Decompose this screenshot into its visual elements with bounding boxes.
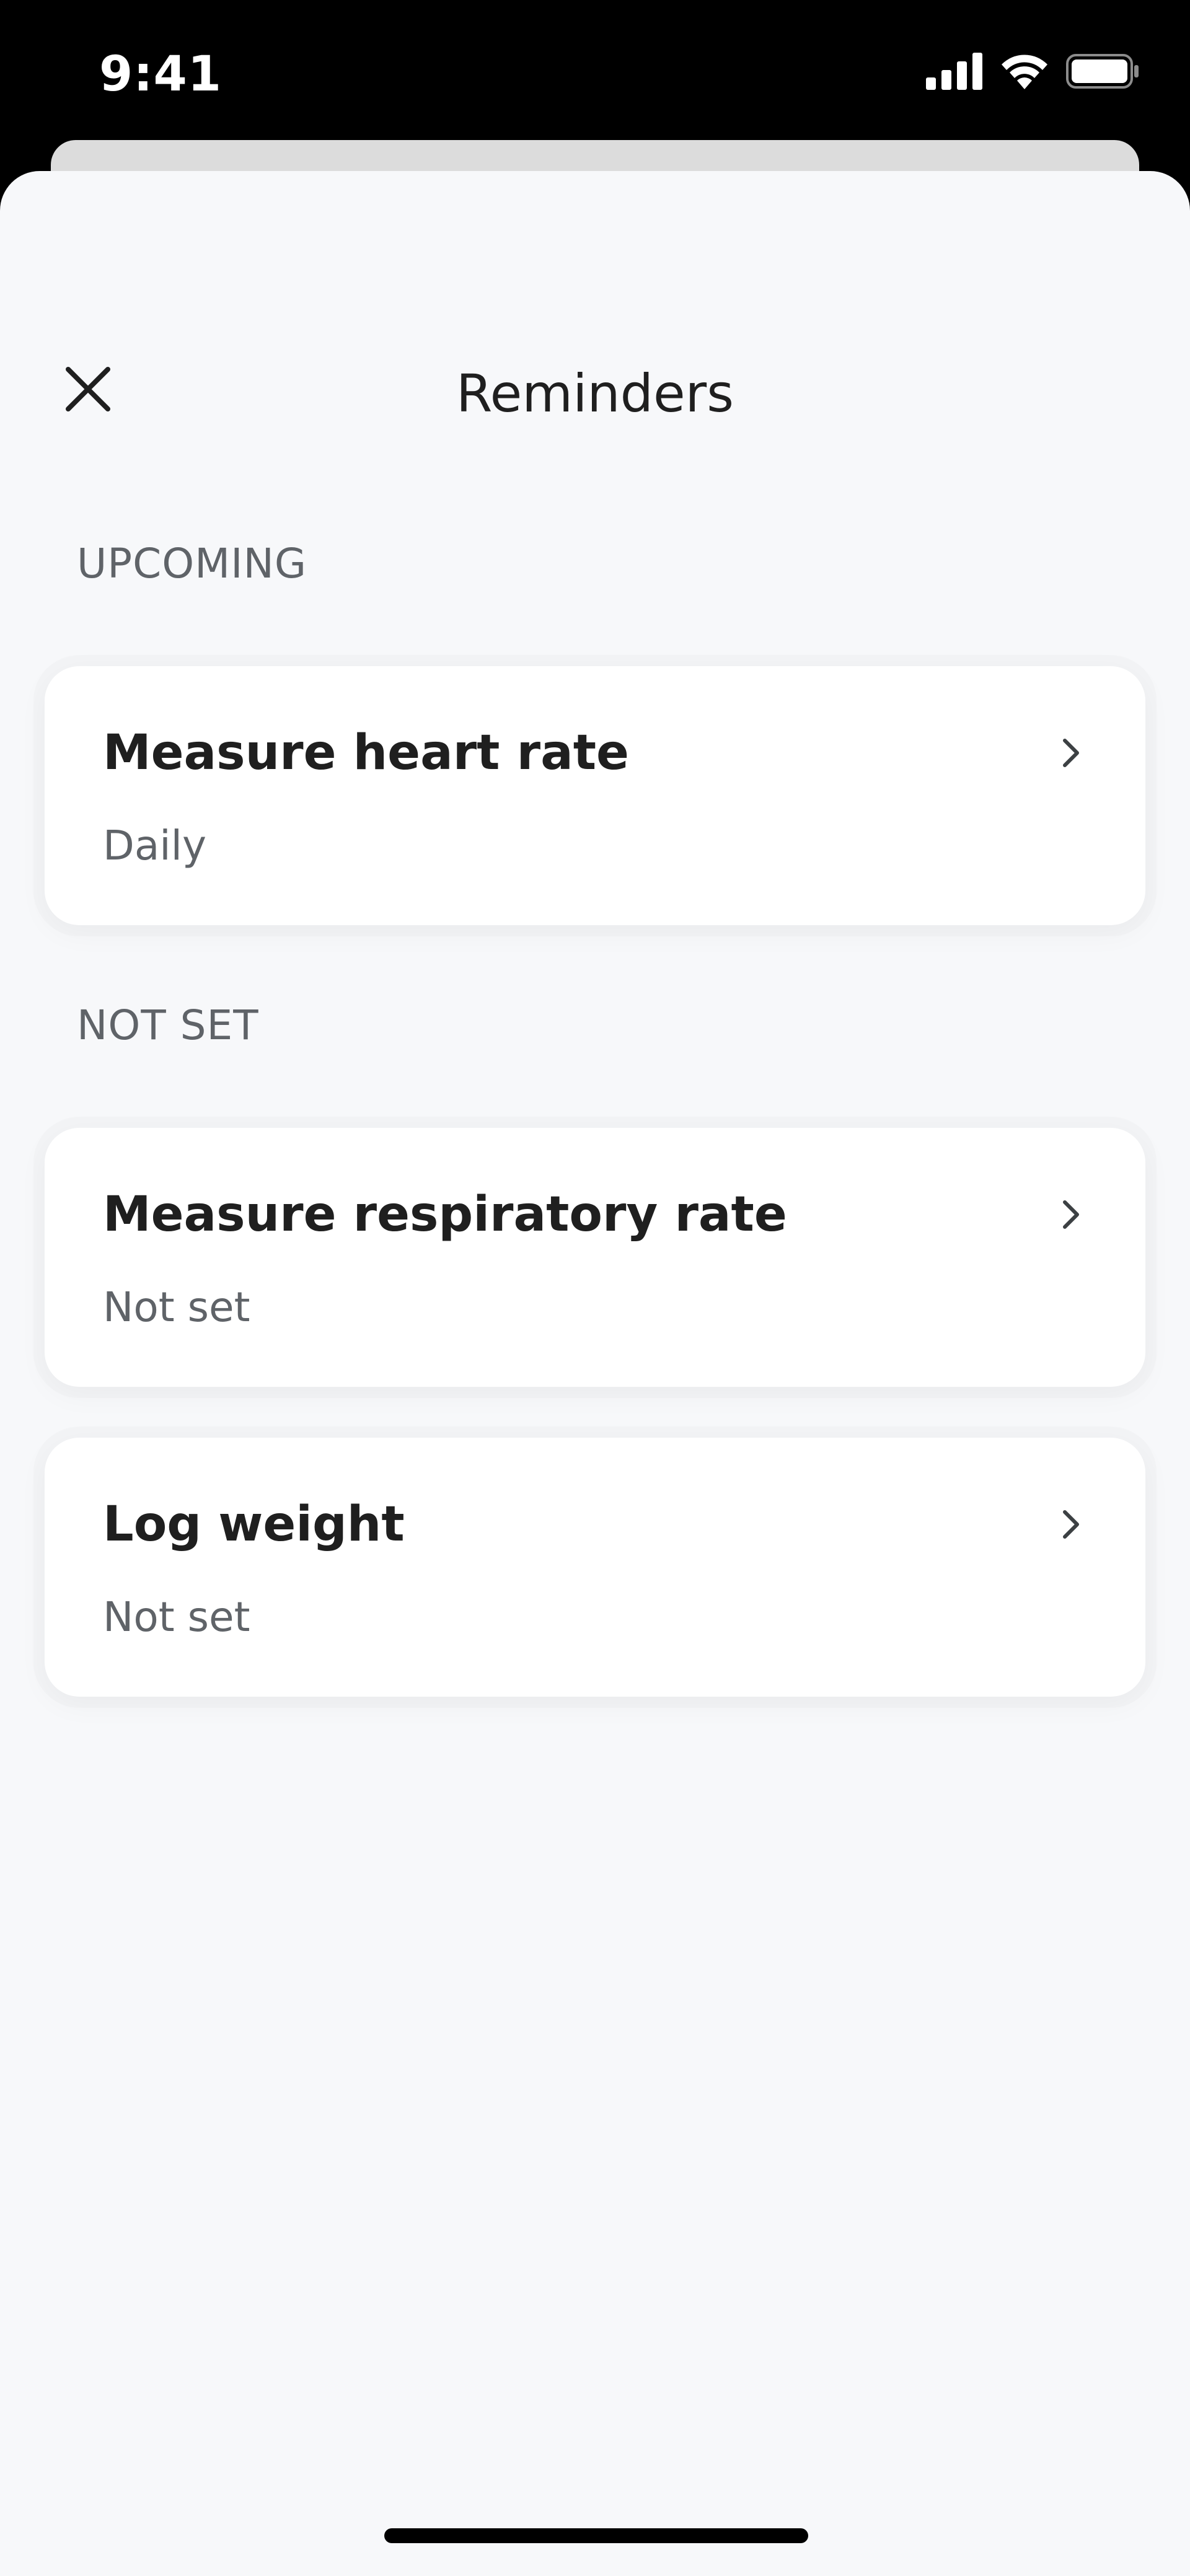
section-label-not-set: NOT SET <box>77 1001 259 1049</box>
reminder-title: Measure heart rate <box>103 725 629 781</box>
reminder-frequency: Not set <box>103 1283 250 1331</box>
reminder-frequency: Daily <box>103 822 206 869</box>
reminder-item-respiratory-rate[interactable]: Measure respiratory rate Not set <box>45 1128 1145 1387</box>
chevron-right-icon <box>1052 1196 1090 1233</box>
reminders-screen: 9:41 Reminders UPCOMING Measure heart ra… <box>0 0 1190 2576</box>
chevron-right-icon <box>1052 1506 1090 1543</box>
reminder-item-heart-rate[interactable]: Measure heart rate Daily <box>45 666 1145 925</box>
battery-icon <box>1066 53 1140 92</box>
reminder-frequency: Not set <box>103 1593 250 1641</box>
cellular-signal-icon <box>926 53 983 92</box>
status-icons <box>926 51 1140 94</box>
reminder-title: Log weight <box>103 1497 405 1552</box>
reminder-item-log-weight[interactable]: Log weight Not set <box>45 1438 1145 1697</box>
reminder-title: Measure respiratory rate <box>103 1187 787 1242</box>
chevron-right-icon <box>1052 734 1090 771</box>
wifi-icon <box>999 52 1050 93</box>
section-label-upcoming: UPCOMING <box>77 540 307 587</box>
home-indicator[interactable] <box>384 2528 808 2543</box>
page-title: Reminders <box>456 363 734 424</box>
status-time: 9:41 <box>99 46 223 102</box>
status-bar: 9:41 <box>0 0 1190 143</box>
